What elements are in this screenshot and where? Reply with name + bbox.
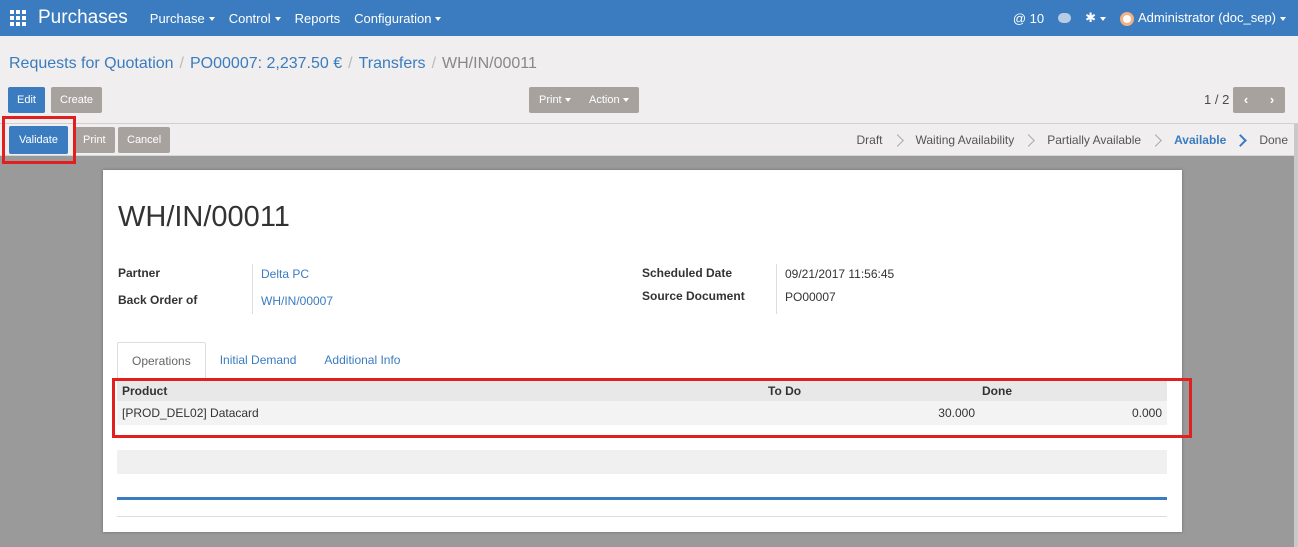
chevron-right-icon: › — [1269, 92, 1275, 107]
stage-waiting-availability[interactable]: Waiting Availability — [916, 133, 1015, 147]
breadcrumb: Requests for Quotation / PO00007: 2,237.… — [9, 55, 537, 73]
mentions-counter[interactable]: @ 10 — [1013, 11, 1044, 26]
debug-bug-icon[interactable]: ✱ — [1085, 10, 1106, 26]
table-highlight-box — [112, 378, 1192, 438]
menu-control[interactable]: Control — [229, 11, 281, 26]
stage-draft[interactable]: Draft — [856, 133, 882, 147]
print-button[interactable]: Print — [74, 127, 115, 153]
breadcrumb-current: WH/IN/00011 — [442, 55, 537, 72]
menu-configuration[interactable]: Configuration — [354, 11, 441, 26]
breadcrumb-po[interactable]: PO00007: 2,237.50 € — [190, 55, 342, 73]
avatar — [1120, 11, 1134, 26]
stage-chevron-icon — [1149, 133, 1162, 147]
edit-button[interactable]: Edit — [8, 87, 45, 113]
source-document-value: PO00007 — [785, 290, 836, 304]
menu-purchase[interactable]: Purchase — [150, 11, 215, 26]
pager-value[interactable]: 1 / 2 — [1204, 92, 1229, 107]
user-name: Administrator (doc_sep) — [1138, 10, 1286, 25]
section-divider — [117, 516, 1167, 517]
record-title: WH/IN/00011 — [118, 201, 290, 233]
action-dropdown-button[interactable]: Action — [579, 87, 639, 113]
scheduled-date-value: 09/21/2017 11:56:45 — [785, 267, 895, 281]
status-stages: Draft Waiting Availability Partially Ava… — [856, 124, 1288, 156]
breadcrumb-separator: / — [179, 55, 184, 72]
scheduled-date-label: Scheduled Date — [642, 266, 733, 280]
stage-chevron-icon — [890, 133, 904, 147]
tab-operations[interactable]: Operations — [117, 342, 206, 379]
tab-initial-demand[interactable]: Initial Demand — [206, 342, 311, 379]
field-divider — [776, 264, 777, 314]
partner-link[interactable]: Delta PC — [261, 267, 309, 281]
pager-previous-button[interactable]: ‹ — [1233, 87, 1259, 113]
notebook-tabs: Operations Initial Demand Additional Inf… — [117, 342, 414, 379]
status-bar: Validate Print Cancel Draft Waiting Avai… — [0, 124, 1298, 156]
pager-next-button[interactable]: › — [1259, 87, 1285, 113]
breadcrumb-transfers[interactable]: Transfers — [359, 55, 426, 73]
stage-done[interactable]: Done — [1259, 133, 1288, 147]
control-panel: Requests for Quotation / PO00007: 2,237.… — [0, 36, 1298, 124]
empty-table-row — [117, 450, 1167, 474]
field-divider — [252, 264, 253, 314]
scrollbar[interactable] — [1294, 124, 1298, 547]
form-sheet: WH/IN/00011 Partner Delta PC Back Order … — [103, 170, 1182, 532]
app-brand[interactable]: Purchases — [38, 7, 128, 29]
top-navbar: Purchases Purchase Control Reports Confi… — [0, 0, 1298, 36]
stage-chevron-icon — [1234, 133, 1248, 147]
create-button[interactable]: Create — [51, 87, 103, 113]
backorder-link[interactable]: WH/IN/00007 — [261, 294, 333, 308]
stage-available[interactable]: Available — [1174, 133, 1226, 147]
chat-icon[interactable] — [1058, 13, 1072, 23]
tab-additional-info[interactable]: Additional Info — [310, 342, 414, 379]
print-dropdown-button[interactable]: Print — [529, 87, 581, 113]
breadcrumb-separator: / — [348, 55, 353, 72]
source-document-label: Source Document — [642, 289, 745, 303]
chevron-left-icon: ‹ — [1243, 92, 1249, 107]
breadcrumb-separator: / — [431, 55, 437, 72]
section-separator — [117, 497, 1167, 500]
partner-label: Partner — [118, 266, 161, 280]
apps-grid-icon[interactable] — [10, 10, 26, 26]
validate-highlight-box — [2, 116, 76, 164]
backorder-label: Back Order of — [118, 293, 198, 307]
cancel-button[interactable]: Cancel — [118, 127, 171, 153]
stage-partially-available[interactable]: Partially Available — [1047, 133, 1141, 147]
stage-chevron-icon — [1022, 133, 1036, 147]
breadcrumb-rfq[interactable]: Requests for Quotation — [9, 55, 174, 73]
user-menu[interactable]: Administrator (doc_sep) — [1120, 10, 1286, 26]
menu-reports[interactable]: Reports — [295, 11, 341, 26]
